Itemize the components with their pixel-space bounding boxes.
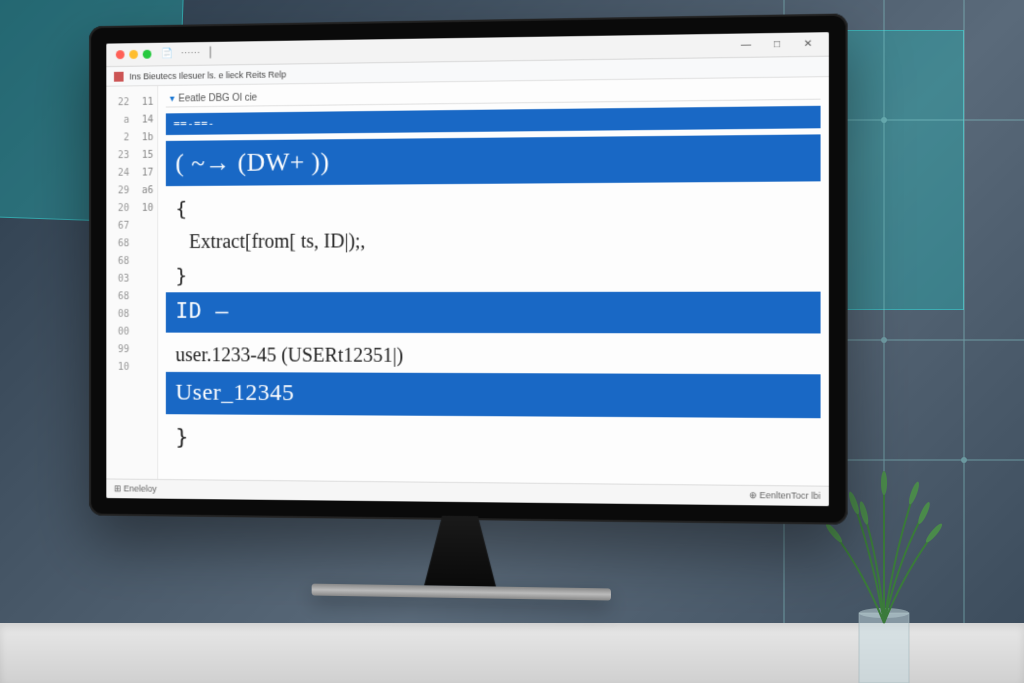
menubar-text[interactable]: Ins Bieutecs Ilesuer ls. e lieck Reits R… [129,69,286,81]
code-brace-open: { [166,188,821,226]
line-number: 68 [106,288,133,306]
code-final-brace: } [166,420,821,462]
document-tab[interactable]: ▾ Eeatle DBG Ol cie [166,83,821,107]
mac-window-controls [116,50,152,59]
titlebar-icons: 📄 ⋯⋯ ⎮ [161,48,213,60]
minimize-dot[interactable] [129,50,138,59]
line-number: 68 [106,253,133,271]
line-gutter-inner: 11141b1517a610 [133,86,158,479]
code-pane[interactable]: ▾ Eeatle DBG Ol cie ==-==- ( ~→ (DW+ )) … [158,77,829,486]
line-number: 11 [133,94,157,112]
maximize-button[interactable]: □ [763,35,792,54]
monitor-stand [400,515,520,587]
title-text: ⋯⋯ [181,48,200,59]
monitor-base [312,584,611,601]
line-number: 14 [133,112,157,130]
app-icon [114,71,124,81]
code-user-result: User_12345 [166,372,821,418]
code-brace-close: } [166,257,821,292]
tab-label: Eeatle DBG Ol cie [178,93,257,105]
line-number: 22 [106,94,133,112]
code-extract-call: Extract[from[ ts, ID|);, [166,222,821,259]
tab-mark-icon: ⎮ [208,48,213,59]
tab-dropdown-icon: ▾ [170,94,175,105]
line-number: 03 [106,271,133,289]
line-number: 1b [133,129,157,147]
code-regex-line: ( ~→ (DW+ )) [166,135,821,187]
line-number: 10 [133,200,157,218]
code-id-label: ID – [166,292,821,333]
line-number: 10 [106,359,133,377]
monitor: 📄 ⋯⋯ ⎮ — □ ✕ Ins Bieutecs Ilesuer ls. e … [80,20,840,600]
line-number: 20 [106,200,133,218]
line-number: 2 [106,130,133,148]
line-number: 00 [106,324,133,342]
code-user-sample: user.1233-45 (USERt12351|) [166,338,821,374]
line-number: 67 [106,218,133,236]
screen: 📄 ⋯⋯ ⎮ — □ ✕ Ins Bieutecs Ilesuer ls. e … [106,32,829,506]
maximize-dot[interactable] [143,50,152,59]
line-number: 15 [133,147,157,165]
editor-area: 22a223242920676868036808009910 11141b151… [106,77,829,486]
line-number: 23 [106,147,133,165]
line-number: 17 [133,165,157,183]
line-number: a6 [133,182,157,200]
line-number: a [106,112,133,130]
doc-icon: 📄 [161,48,173,59]
line-number: 99 [106,341,133,359]
line-number: 29 [106,182,133,200]
desk-surface [0,623,1024,683]
close-button[interactable]: ✕ [794,35,823,54]
minimize-button[interactable]: — [732,36,761,55]
line-number: 24 [106,165,133,183]
line-number: 68 [106,235,133,253]
line-gutter-outer: 22a223242920676868036808009910 [106,86,133,478]
statusbar-left[interactable]: ⊞ Eneleloy [114,483,157,494]
win-window-controls: — □ ✕ [732,35,823,55]
line-number: 08 [106,306,133,324]
statusbar-right[interactable]: ⊕ EenltenTocr lbi [749,490,821,502]
close-dot[interactable] [116,50,125,59]
code-separator-line: ==-==- [166,106,821,136]
